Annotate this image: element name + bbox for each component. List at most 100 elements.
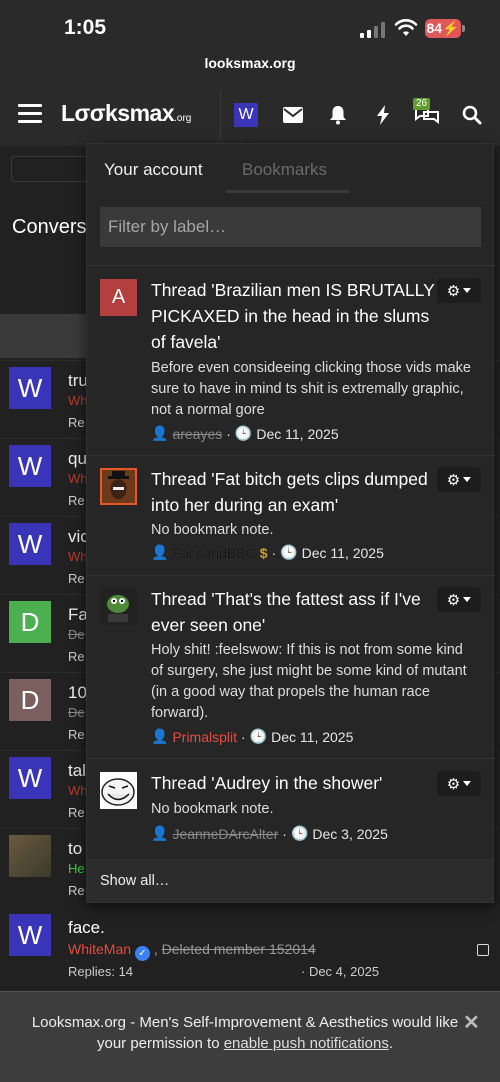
gear-icon: ⚙ bbox=[446, 591, 461, 609]
avatar[interactable] bbox=[100, 588, 137, 625]
show-all-footer: Show all… bbox=[87, 859, 493, 902]
conversations-badge: 26 bbox=[413, 98, 431, 110]
background-filter-box bbox=[11, 156, 91, 182]
divider bbox=[87, 265, 495, 266]
bookmark-title[interactable]: Thread 'Audrey in the shower' bbox=[151, 770, 441, 796]
envelope-icon[interactable] bbox=[280, 102, 306, 128]
bookmark-item[interactable]: A Thread 'Brazilian men IS BRUTALLY PICK… bbox=[87, 267, 495, 457]
avatar[interactable]: W bbox=[9, 523, 51, 565]
clock-icon: 🕒 bbox=[249, 728, 268, 744]
bookmark-item[interactable]: Thread 'Fat bitch gets clips dumped into… bbox=[87, 456, 495, 574]
bookmark-note: Holy shit! :feelswow: If this is not fro… bbox=[151, 642, 467, 721]
list-item-meta: Re bbox=[68, 415, 85, 430]
clock-icon: 🕒 bbox=[280, 544, 298, 560]
page-title: Convers bbox=[12, 216, 87, 238]
verified-badge-icon: ✓ bbox=[134, 946, 150, 961]
list-header-band bbox=[0, 314, 86, 358]
tab-your-account[interactable]: Your account bbox=[104, 160, 203, 180]
bookmark-user[interactable]: JeanneDArcAlter bbox=[172, 826, 278, 842]
bookmark-options-button[interactable]: ⚙ bbox=[437, 467, 481, 492]
avatar[interactable]: D bbox=[9, 679, 51, 721]
avatar[interactable]: W bbox=[9, 445, 51, 487]
bookmark-note: No bookmark note. bbox=[151, 801, 274, 817]
list-item-title[interactable]: Fa bbox=[68, 605, 88, 625]
user-icon: 👤 bbox=[151, 544, 169, 560]
deleted-member: Deleted member 152014 bbox=[161, 941, 316, 957]
site-logo[interactable]: Lσσksmax.org bbox=[61, 100, 191, 127]
chevron-down-icon bbox=[463, 781, 472, 786]
close-icon[interactable]: ✕ bbox=[463, 1010, 480, 1035]
list-item-author: De bbox=[68, 627, 85, 642]
enable-push-link[interactable]: enable push notifications bbox=[224, 1035, 389, 1052]
account-avatar-button[interactable]: W bbox=[234, 103, 258, 127]
list-item-title[interactable]: tru bbox=[68, 371, 88, 391]
author-link[interactable]: WhiteMan bbox=[68, 941, 131, 957]
list-item-meta: Re bbox=[68, 571, 85, 586]
user-icon: 👤 bbox=[151, 728, 169, 744]
select-checkbox[interactable] bbox=[477, 944, 489, 956]
chevron-down-icon bbox=[463, 288, 472, 293]
bookmark-options-button[interactable]: ⚙ bbox=[437, 587, 481, 612]
bookmark-date: Dec 11, 2025 bbox=[301, 544, 384, 561]
show-all-link[interactable]: Show all… bbox=[100, 873, 169, 889]
tab-bookmarks[interactable]: Bookmarks bbox=[242, 160, 327, 180]
list-item-title[interactable]: face. bbox=[68, 918, 105, 938]
clock-icon: 🕒 bbox=[290, 825, 309, 841]
bookmark-date: Dec 3, 2025 bbox=[312, 825, 388, 842]
bookmark-note: Before even consideeing clicking those v… bbox=[151, 360, 471, 418]
user-icon: 👤 bbox=[151, 425, 169, 441]
lightning-icon[interactable] bbox=[370, 102, 396, 128]
separator: , bbox=[153, 941, 158, 957]
avatar[interactable]: A bbox=[100, 279, 137, 316]
bookmark-date: Dec 11, 2025 bbox=[256, 425, 339, 442]
meta-separator: · bbox=[282, 825, 287, 842]
address-bar-url[interactable]: looksmax.org bbox=[0, 55, 500, 71]
wifi-icon bbox=[394, 19, 418, 36]
list-item[interactable]: W face. WhiteMan ✓ , Deleted member 1520… bbox=[0, 908, 500, 988]
bell-icon[interactable] bbox=[325, 102, 351, 128]
list-item-author: Wh bbox=[68, 783, 88, 798]
meta-separator: · bbox=[226, 425, 231, 442]
bookmark-user[interactable]: Primalsplit bbox=[172, 729, 237, 745]
push-notification-banner: Looksmax.org - Men's Self-Improvement & … bbox=[0, 991, 500, 1082]
bookmark-meta: 👤 JeanneDArcAlter · 🕒 Dec 3, 2025 bbox=[151, 825, 388, 842]
list-item-title[interactable]: 10 bbox=[68, 683, 87, 703]
bookmark-title[interactable]: Thread 'That's the fattest ass if I've e… bbox=[151, 586, 441, 638]
bookmark-meta: 👤 areayes · 🕒 Dec 11, 2025 bbox=[151, 425, 339, 442]
bookmark-options-button[interactable]: ⚙ bbox=[437, 771, 481, 796]
list-item-title[interactable]: tal bbox=[68, 761, 86, 781]
bookmark-user[interactable]: FaceandBBC bbox=[172, 545, 255, 561]
bookmark-user[interactable]: areayes bbox=[172, 426, 222, 442]
avatar[interactable]: D bbox=[9, 601, 51, 643]
menu-icon[interactable] bbox=[18, 104, 42, 124]
bookmark-options-button[interactable]: ⚙ bbox=[437, 278, 481, 303]
meta-separator: · bbox=[271, 544, 277, 561]
replies-count: Replies: 14 bbox=[68, 964, 134, 979]
tab-underline bbox=[226, 190, 349, 193]
clock: 1:05 bbox=[64, 16, 107, 39]
bookmark-title[interactable]: Thread 'Fat bitch gets clips dumped into… bbox=[151, 466, 441, 518]
nav-divider bbox=[220, 90, 221, 140]
avatar[interactable]: W bbox=[9, 914, 51, 956]
avatar[interactable]: W bbox=[9, 757, 51, 799]
bookmark-title[interactable]: Thread 'Brazilian men IS BRUTALLY PICKAX… bbox=[151, 277, 441, 355]
list-item-title[interactable]: qu bbox=[68, 449, 87, 469]
bookmark-item[interactable]: Thread 'That's the fattest ass if I've e… bbox=[87, 576, 495, 758]
battery-indicator: 84⚡ bbox=[425, 19, 461, 38]
avatar[interactable] bbox=[100, 772, 137, 809]
filter-label-input[interactable] bbox=[100, 207, 481, 247]
search-icon[interactable] bbox=[459, 102, 485, 128]
list-item-meta: Re bbox=[68, 649, 85, 664]
bookmark-note: No bookmark note. bbox=[151, 522, 274, 538]
gear-icon: ⚙ bbox=[446, 471, 461, 489]
avatar[interactable] bbox=[9, 835, 51, 877]
avatar[interactable]: W bbox=[9, 367, 51, 409]
avatar[interactable] bbox=[100, 468, 137, 505]
list-item-date: · Dec 4, 2025 bbox=[301, 964, 380, 979]
bookmark-meta: 👤 Primalsplit · 🕒 Dec 11, 2025 bbox=[151, 728, 353, 745]
list-item-title[interactable]: to bbox=[68, 839, 82, 859]
status-bar: 1:05 84⚡ looksmax.org bbox=[0, 0, 500, 84]
clock-icon: 🕒 bbox=[234, 425, 253, 441]
bookmark-item[interactable]: Thread 'Audrey in the shower' ⚙ No bookm… bbox=[87, 760, 495, 858]
battery-tip bbox=[462, 25, 465, 32]
